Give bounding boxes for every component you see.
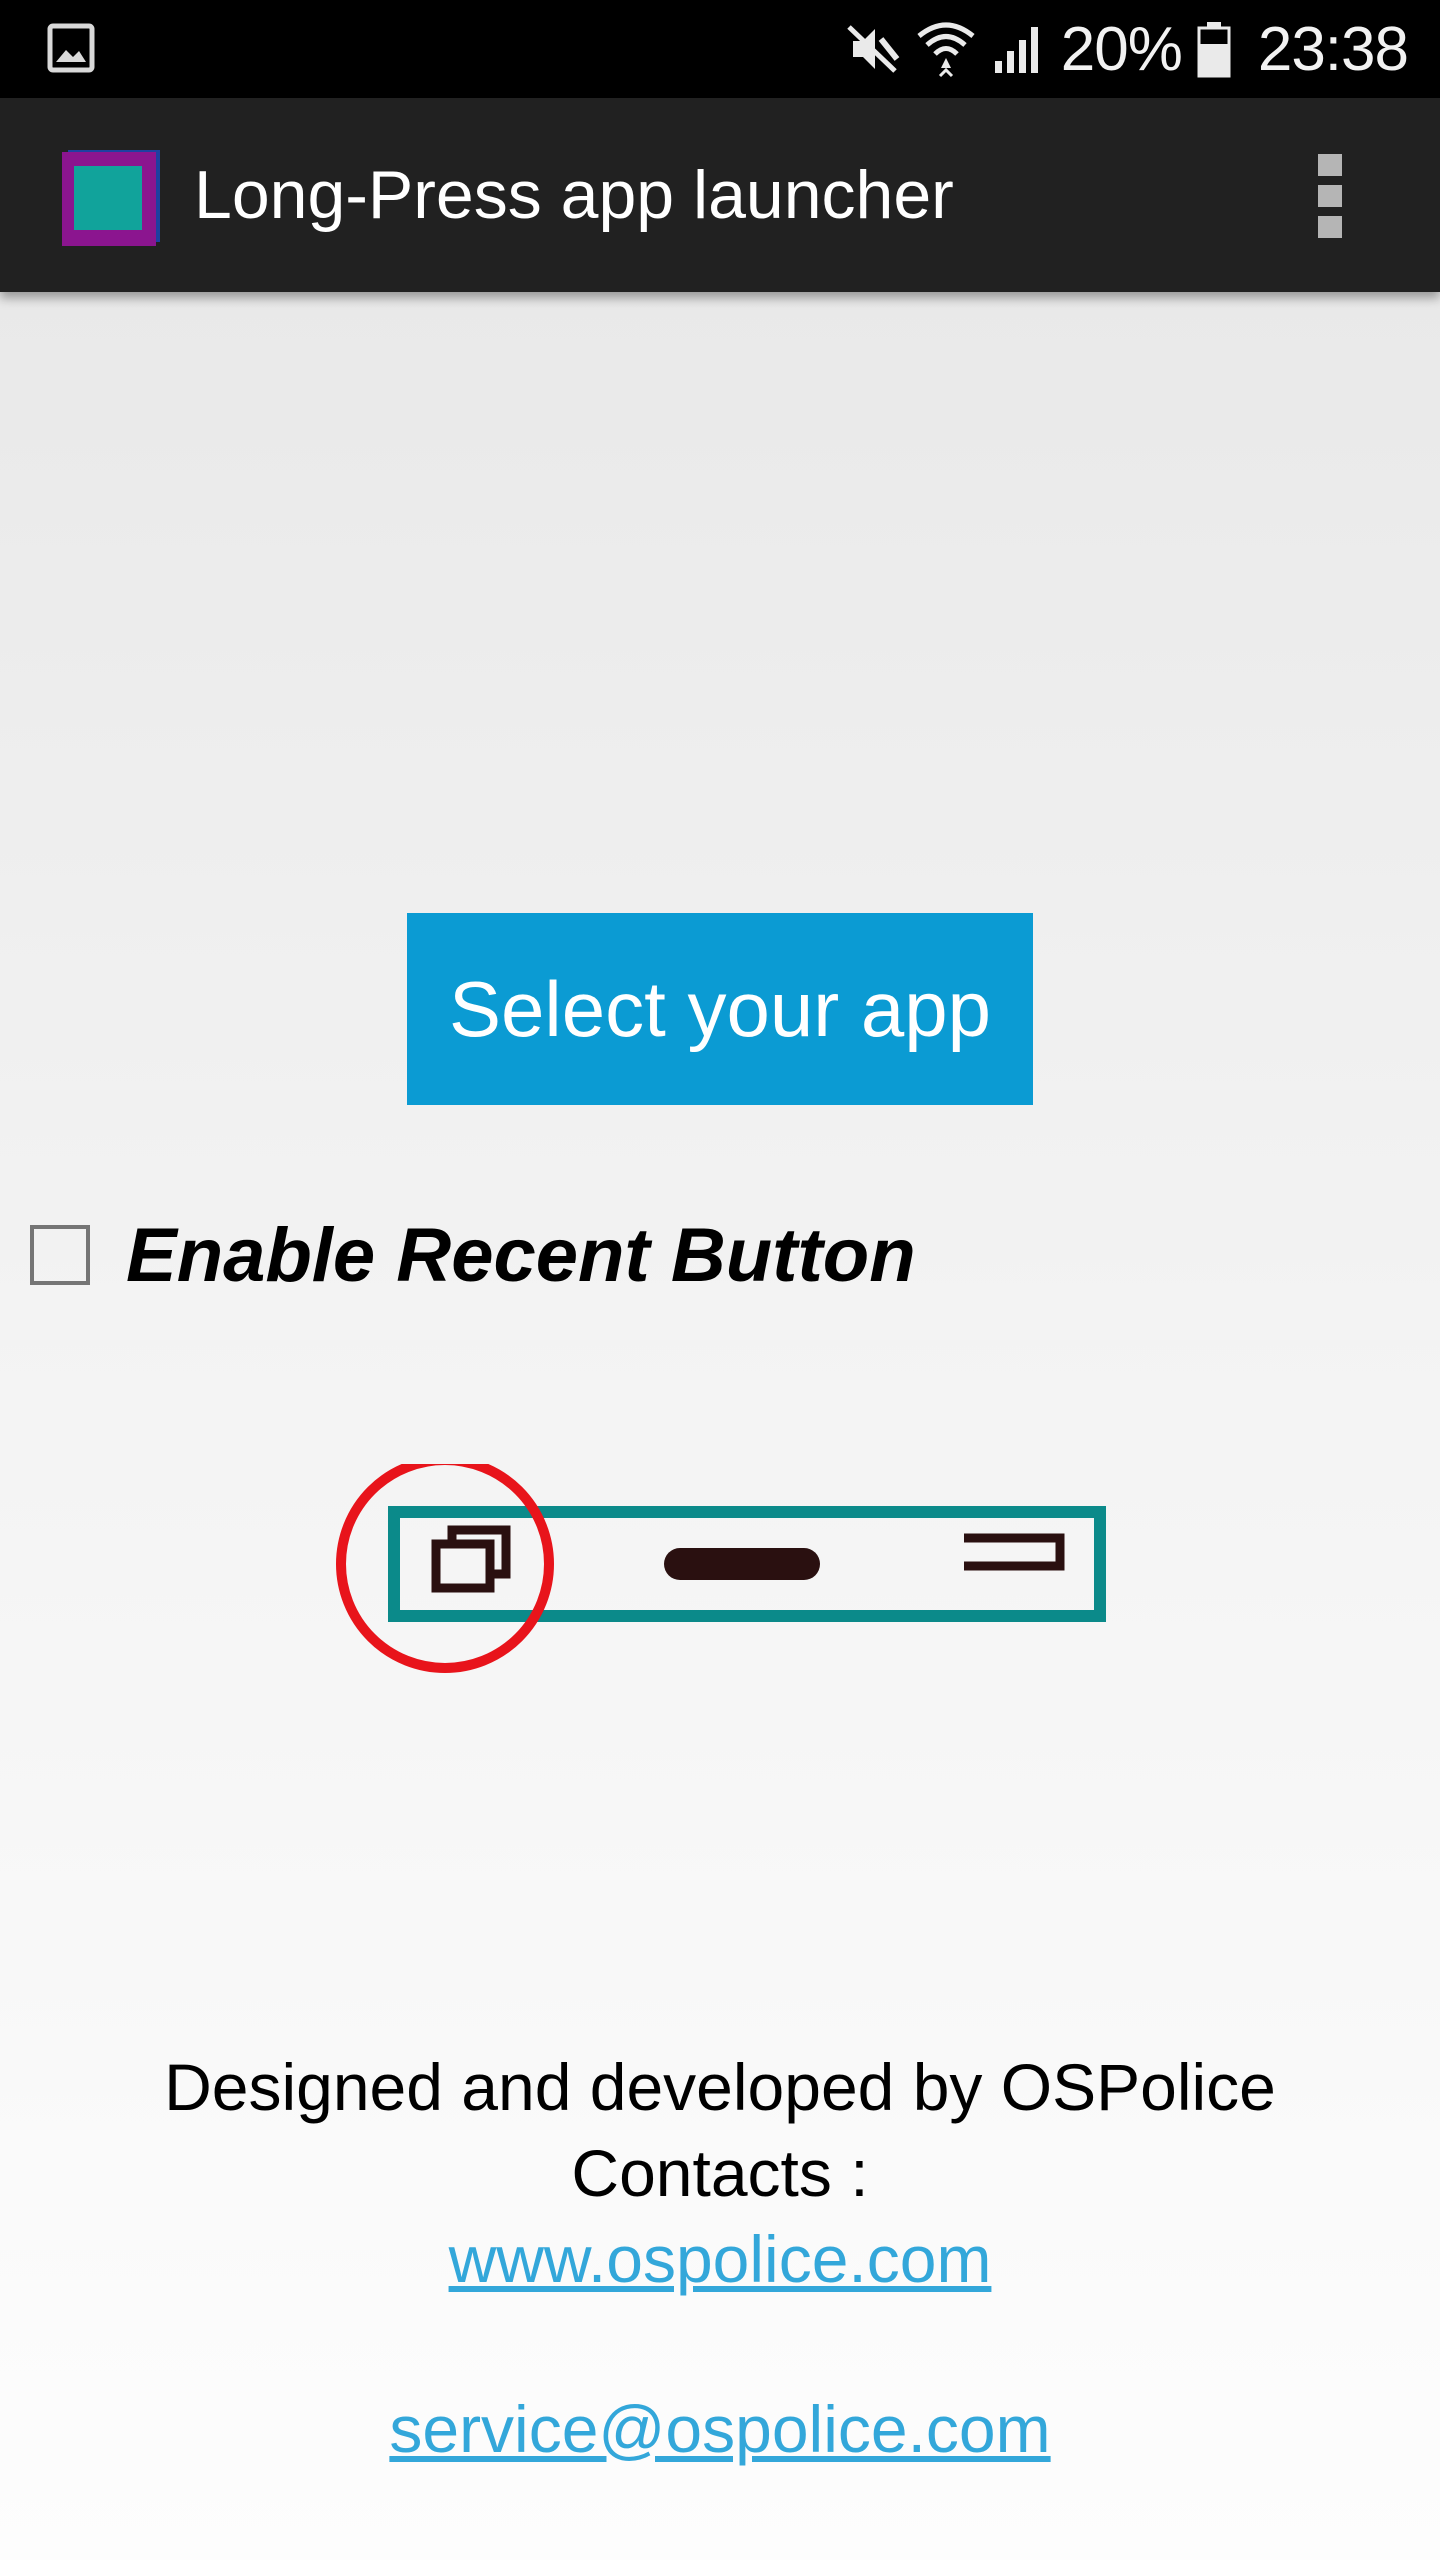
enable-recent-button-label[interactable]: Enable Recent Button (126, 1212, 916, 1299)
email-link[interactable]: service@ospolice.com (0, 2386, 1440, 2472)
app-launcher-icon (62, 150, 160, 246)
signal-icon (994, 27, 1038, 73)
website-link[interactable]: www.ospolice.com (0, 2216, 1440, 2302)
enable-recent-button-checkbox[interactable] (30, 1225, 90, 1285)
highlight-circle (336, 1464, 554, 1673)
status-bar: 20% 23:38 (0, 0, 1440, 98)
developer-credit: Designed and developed by OSPolice (164, 2050, 1276, 2124)
home-icon (664, 1548, 820, 1580)
enable-recent-button-row[interactable]: Enable Recent Button (30, 1200, 916, 1310)
footer-spacer (0, 2302, 1440, 2386)
status-indicators: 20% 23:38 (845, 0, 1409, 98)
app-bar: Long-Press app launcher (0, 98, 1440, 292)
muted-speaker-icon (847, 25, 900, 73)
status-time: 23:38 (1257, 14, 1409, 84)
app-title: Long-Press app launcher (194, 157, 954, 233)
battery-icon (1197, 22, 1231, 78)
footer: Designed and developed by OSPolice Conta… (0, 2044, 1440, 2472)
menu-dot (1318, 154, 1342, 176)
main-content: Select your app Enable Recent Button Des… (0, 292, 1440, 2560)
wifi-icon (917, 22, 975, 78)
navigation-bar-illustration (336, 1464, 1106, 1673)
menu-dot (1318, 216, 1342, 238)
back-icon (964, 1533, 1065, 1571)
menu-dot (1318, 185, 1342, 207)
select-app-button[interactable]: Select your app (407, 913, 1033, 1105)
battery-percent: 20% (1060, 14, 1183, 84)
gallery-notification-icon (47, 23, 95, 73)
contacts-label: Contacts : (571, 2136, 869, 2210)
recent-apps-icon (431, 1525, 511, 1593)
overflow-menu-icon[interactable] (1310, 154, 1350, 238)
